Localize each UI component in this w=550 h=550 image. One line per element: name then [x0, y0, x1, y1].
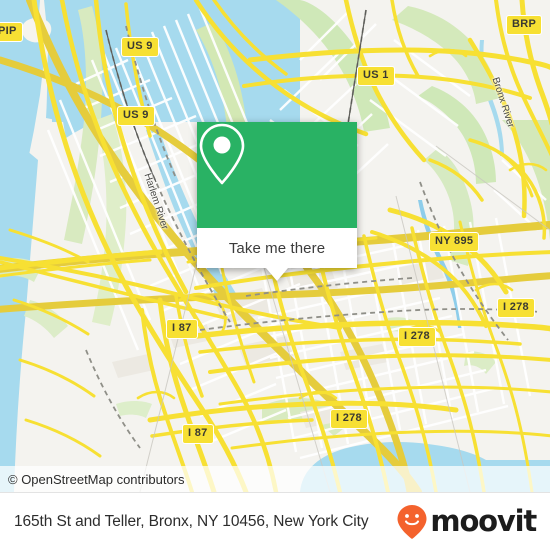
- route-shield: US 9: [117, 106, 155, 126]
- moovit-pin-smiley-icon: [397, 504, 427, 539]
- popup-pointer-tail: [266, 268, 288, 281]
- map-screenshot: PIP US 9 US 9 US 1 BRP NY 895 I 278 I 87…: [0, 0, 550, 550]
- take-me-there-button[interactable]: Take me there: [197, 228, 357, 268]
- location-popup-card[interactable]: Take me there: [197, 122, 357, 281]
- moovit-logo[interactable]: moovit: [396, 504, 537, 540]
- map-pin-icon: [199, 123, 245, 185]
- map-canvas[interactable]: PIP US 9 US 9 US 1 BRP NY 895 I 278 I 87…: [0, 0, 550, 492]
- route-shield: I 278: [330, 409, 368, 429]
- route-shield: US 9: [121, 37, 159, 57]
- route-shield: US 1: [357, 66, 395, 86]
- route-shield: PIP: [0, 22, 23, 42]
- take-me-there-label: Take me there: [228, 239, 326, 257]
- route-shield: I 278: [398, 327, 436, 347]
- footer-bar: 165th St and Teller, Bronx, NY 10456, Ne…: [0, 492, 550, 550]
- route-shield: NY 895: [429, 232, 480, 252]
- route-shield: I 278: [497, 298, 535, 318]
- route-shield: I 87: [182, 424, 214, 444]
- route-shield: I 87: [166, 319, 198, 339]
- osm-attribution[interactable]: © OpenStreetMap contributors: [0, 466, 550, 492]
- address-text: 165th St and Teller, Bronx, NY 10456, Ne…: [14, 512, 369, 530]
- osm-attribution-text: © OpenStreetMap contributors: [8, 471, 185, 487]
- moovit-wordmark: moovit: [430, 504, 537, 538]
- route-shield: BRP: [506, 15, 543, 35]
- popup-pin-area: [197, 122, 357, 228]
